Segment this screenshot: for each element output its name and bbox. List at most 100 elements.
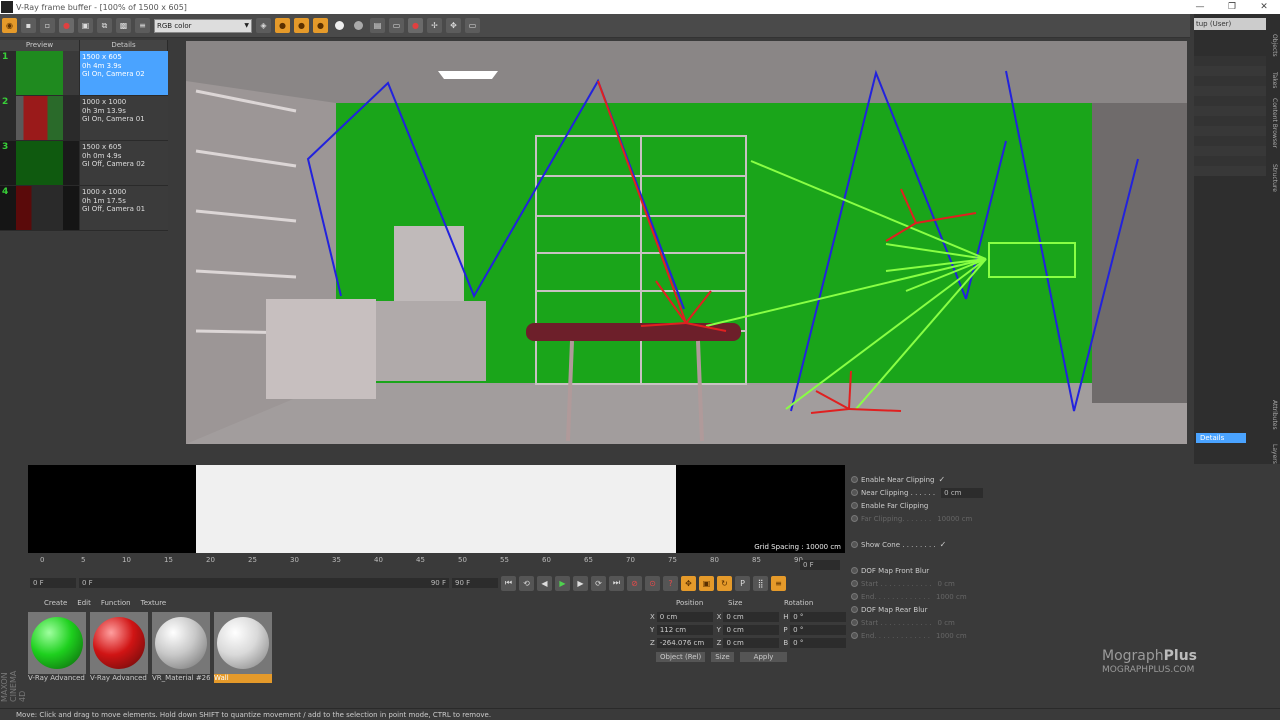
attribute-row[interactable]: Start . . . . . . . . . . . . 0 cm [848, 577, 1193, 590]
animate-dot[interactable] [851, 541, 858, 548]
rotation-p-field[interactable]: 0 ° [790, 624, 847, 635]
attribute-row[interactable]: Near Clipping . . . . . . 0 cm [848, 486, 1193, 499]
next-frame-icon[interactable]: ▶ [573, 575, 588, 591]
tab-takes[interactable]: Takes [1268, 72, 1278, 88]
previous-key-icon[interactable]: ⟲ [519, 575, 534, 591]
apply-button[interactable]: Apply [739, 652, 788, 662]
clone-icon[interactable]: ⧉ [97, 18, 112, 33]
attribute-row[interactable]: Start . . . . . . . . . . . . 0 cm [848, 616, 1193, 629]
previous-frame-icon[interactable]: ◀ [537, 575, 552, 591]
size-x-field[interactable]: 0 cm [723, 611, 780, 622]
tab-attributes[interactable]: Attributes [1268, 400, 1278, 430]
attribute-row[interactable]: Show Cone . . . . . . . . ✓ [848, 538, 1193, 551]
editor-viewport[interactable]: Grid Spacing : 10000 cm [28, 465, 845, 553]
animate-dot[interactable] [851, 515, 858, 522]
key-parameter-icon[interactable]: P [735, 575, 750, 591]
size-mode-select[interactable]: Size [711, 652, 734, 662]
mono-channel-icon[interactable] [351, 18, 366, 33]
material-item[interactable]: V-Ray Advanced [90, 612, 148, 683]
track-mouse-icon[interactable]: ✢ [427, 18, 442, 33]
channel-select[interactable]: RGB color ▼ [154, 18, 252, 33]
red-channel-icon[interactable]: ● [275, 18, 290, 33]
lens-icon[interactable]: ◈ [256, 18, 271, 33]
key-scale-icon[interactable]: ▣ [699, 575, 714, 591]
blue-channel-icon[interactable]: ● [313, 18, 328, 33]
record-icon[interactable]: ⊘ [627, 575, 642, 591]
load-icon[interactable]: ▤ [370, 18, 385, 33]
size-z-field[interactable]: 0 cm [723, 637, 780, 648]
animate-dot[interactable] [851, 580, 858, 587]
go-to-start-icon[interactable]: ⏮ [501, 575, 516, 591]
attribute-row[interactable]: Enable Far Clipping [848, 499, 1193, 512]
details-button[interactable]: Details [1196, 433, 1246, 443]
start-frame-field[interactable]: 0 F [30, 578, 76, 588]
tab-objects[interactable]: Objects [1268, 34, 1278, 57]
key-rotation-icon[interactable]: ↻ [717, 575, 732, 591]
interactive-icon[interactable]: ✥ [446, 18, 461, 33]
current-frame-field[interactable]: 0 F [800, 560, 840, 570]
position-x-field[interactable]: 0 cm [656, 611, 713, 622]
timeline-ruler[interactable]: 0 5 10 15 20 25 30 35 40 45 50 55 60 65 … [34, 556, 804, 570]
close-icon[interactable]: ✕ [1248, 2, 1280, 12]
display-icon[interactable]: ▭ [465, 18, 480, 33]
attribute-row[interactable]: DOF Map Front Blur [848, 564, 1193, 577]
rotation-h-field[interactable]: 0 ° [790, 611, 846, 622]
render-icon[interactable]: ◉ [2, 18, 17, 33]
attribute-value[interactable]: 0 cm [941, 487, 984, 498]
history-item[interactable]: 2 1000 x 1000 0h 3m 13.9s GI On, Camera … [0, 96, 168, 141]
history-item[interactable]: 4 1000 x 1000 0h 1m 17.5s GI Off, Camera… [0, 186, 168, 231]
menu-create[interactable]: Create [44, 596, 67, 610]
attribute-value[interactable]: 1000 cm [936, 632, 967, 640]
material-item[interactable]: Wall [214, 612, 272, 683]
size-y-field[interactable]: 0 cm [723, 624, 780, 635]
attribute-row[interactable]: End. . . . . . . . . . . . . 1000 cm [848, 629, 1193, 642]
copy-icon[interactable]: ▣ [78, 18, 93, 33]
region-icon[interactable]: ▩ [116, 18, 131, 33]
rotation-b-field[interactable]: 0 ° [790, 637, 847, 648]
folder-icon[interactable]: ▭ [389, 18, 404, 33]
play-icon[interactable]: ▶ [555, 575, 570, 591]
minimize-icon[interactable]: — [1184, 2, 1216, 12]
keyframe-selection-icon[interactable]: ? [663, 575, 678, 591]
tab-preview[interactable]: Preview [0, 40, 80, 51]
restore-icon[interactable]: ❐ [1216, 2, 1248, 12]
material-item[interactable]: VR_Material #26 [152, 612, 210, 683]
autokey-icon[interactable]: ⊙ [645, 575, 660, 591]
range-slider[interactable]: 0 F 90 F [79, 578, 449, 588]
material-item[interactable]: V-Ray Advanced [28, 612, 86, 683]
position-y-field[interactable]: 112 cm [656, 624, 713, 635]
attribute-value[interactable]: 0 cm [938, 580, 955, 588]
save-icon[interactable]: ▪ [21, 18, 36, 33]
history-item[interactable]: 3 1500 x 605 0h 0m 4.9s GI Off, Camera 0… [0, 141, 168, 186]
menu-edit[interactable]: Edit [77, 596, 91, 610]
key-position-icon[interactable]: ✥ [681, 575, 696, 591]
animate-dot[interactable] [851, 593, 858, 600]
animate-dot[interactable] [851, 606, 858, 613]
tab-content-browser[interactable]: Content Browser [1268, 98, 1278, 148]
checkbox[interactable] [932, 502, 940, 510]
animate-dot[interactable] [851, 567, 858, 574]
checkbox[interactable]: ✓ [940, 540, 948, 549]
stop-icon[interactable]: ● [408, 18, 423, 33]
attribute-row[interactable]: Enable Near Clipping ✓ [848, 473, 1193, 486]
clear-icon[interactable]: ● [59, 18, 74, 33]
animate-dot[interactable] [851, 619, 858, 626]
tab-details[interactable]: Details [80, 40, 168, 51]
alpha-channel-icon[interactable] [332, 18, 347, 33]
key-pla-icon[interactable]: ⣿ [753, 575, 768, 591]
next-key-icon[interactable]: ⟳ [591, 575, 606, 591]
history-item[interactable]: 1 1500 x 605 0h 4m 3.9s GI On, Camera 02 [0, 51, 168, 96]
position-z-field[interactable]: -264.076 cm [656, 637, 713, 648]
checkbox[interactable] [931, 606, 939, 614]
animate-dot[interactable] [851, 632, 858, 639]
attribute-row[interactable]: DOF Map Rear Blur [848, 603, 1193, 616]
render-viewport[interactable] [186, 41, 1187, 444]
menu-texture[interactable]: Texture [141, 596, 167, 610]
history-list-icon[interactable]: ≡ [135, 18, 150, 33]
save-all-icon[interactable]: ▫ [40, 18, 55, 33]
layout-select[interactable]: tup (User) [1194, 18, 1266, 30]
checkbox[interactable]: ✓ [939, 475, 947, 484]
animate-dot[interactable] [851, 489, 858, 496]
animate-dot[interactable] [851, 476, 858, 483]
menu-function[interactable]: Function [101, 596, 131, 610]
